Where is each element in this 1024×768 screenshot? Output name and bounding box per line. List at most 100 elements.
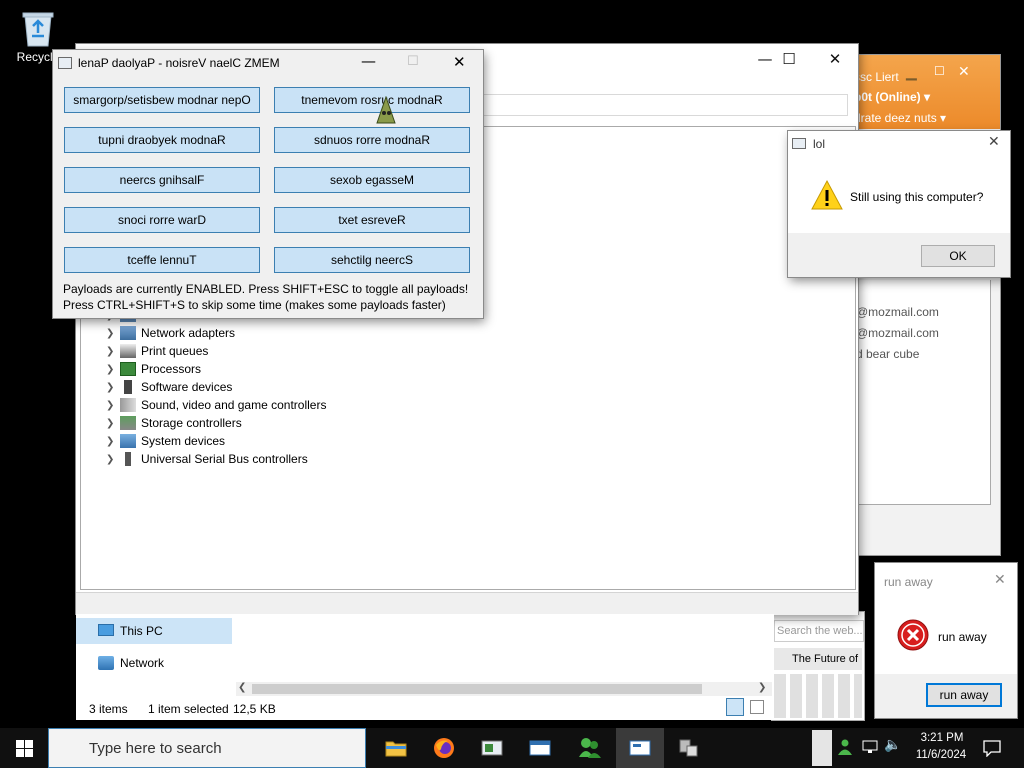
- chat-header-line2: b0t (Online) ▾: [854, 90, 931, 104]
- tree-item-processors[interactable]: ❯ Processors: [106, 360, 201, 378]
- close-icon[interactable]: ✕: [994, 572, 1006, 588]
- taskbar-search-input[interactable]: Type here to search: [48, 728, 366, 768]
- clock-date[interactable]: 11/6/2024: [910, 749, 972, 761]
- chevron-right-icon: ❯: [106, 417, 115, 429]
- details-view-icon[interactable]: [726, 698, 744, 716]
- firefox-icon[interactable]: [420, 728, 468, 768]
- tree-item-print-queues[interactable]: ❯ Print queues: [106, 342, 208, 360]
- app-icon: [792, 138, 806, 149]
- chevron-right-icon: ❯: [106, 363, 115, 375]
- tree-item-network-adapters[interactable]: ❯ Network adapters: [106, 324, 235, 342]
- ok-button[interactable]: OK: [921, 245, 995, 267]
- warning-icon: [810, 179, 844, 214]
- memz-taskbar-icon[interactable]: [616, 728, 664, 768]
- tree-item-label: Universal Serial Bus controllers: [141, 452, 308, 466]
- run-away-button[interactable]: run away: [926, 683, 1002, 707]
- show-hidden-icons[interactable]: [812, 730, 832, 766]
- tree-item-label: Processors: [141, 362, 202, 376]
- tree-item-usb-controllers[interactable]: ❯ Universal Serial Bus controllers: [106, 450, 308, 468]
- payload-toggle-button[interactable]: snoci rorre warD: [64, 207, 260, 233]
- scroll-right-icon[interactable]: ❯: [758, 682, 766, 693]
- tree-item-system-devices[interactable]: ❯ System devices: [106, 432, 225, 450]
- dialog-title: run away: [884, 575, 933, 589]
- close-icon[interactable]: ✕: [958, 63, 970, 80]
- payload-toggle-button[interactable]: neercs gnihsalF: [64, 167, 260, 193]
- minimize-icon[interactable]: ▁: [906, 64, 917, 81]
- contact-email: @mozmail.com: [856, 305, 939, 319]
- nav-item-label: This PC: [120, 624, 163, 638]
- chat-header-line1: ssc Liert: [854, 70, 899, 84]
- nav-item-this-pc[interactable]: This PC: [76, 618, 232, 644]
- chat-header: ssc Liert b0t (Online) ▾ drate deez nuts…: [848, 55, 1000, 129]
- network-taskbar-icon[interactable]: [664, 728, 712, 768]
- cursor-sprite-icon: [375, 95, 397, 129]
- nav-item-network[interactable]: Network: [76, 650, 232, 676]
- windows-start-icon[interactable]: [0, 728, 48, 768]
- tree-item-label: Software devices: [141, 380, 233, 394]
- device-manager-taskbar-icon[interactable]: [468, 728, 516, 768]
- browser-tab[interactable]: The Future of: [774, 648, 862, 670]
- chat-contact-panel: @mozmail.com @mozmail.com d bear cube: [848, 280, 991, 505]
- storage-controller-icon: [120, 416, 136, 430]
- minimize-icon[interactable]: —: [361, 52, 376, 70]
- scroll-left-icon[interactable]: ❮: [238, 682, 246, 693]
- file-explorer-window: This PC Network ❮ ❯ 3 items 1 item selec…: [76, 614, 774, 720]
- app-icon: [58, 57, 72, 69]
- tree-item-label: Storage controllers: [141, 416, 242, 430]
- close-icon[interactable]: ✕: [988, 134, 1000, 150]
- tree-item-sound-video[interactable]: ❯ Sound, video and game controllers: [106, 396, 326, 414]
- window-title: lenaP daolyaP - noisreV naelC ZMEM: [78, 56, 280, 70]
- clock-time[interactable]: 3:21 PM: [917, 732, 967, 744]
- network-icon: [98, 656, 114, 670]
- chat-window: ssc Liert b0t (Online) ▾ drate deez nuts…: [848, 55, 1000, 555]
- tree-item-label: Print queues: [141, 344, 209, 358]
- speaker-icon: [120, 398, 136, 412]
- recycle-bin-icon: [20, 8, 56, 48]
- browser-search-input[interactable]: Search the web...: [774, 620, 864, 642]
- software-device-icon: [124, 380, 132, 394]
- file-explorer-icon[interactable]: [372, 728, 420, 768]
- user-tray-icon[interactable]: [838, 739, 854, 758]
- payload-toggle-button[interactable]: tceffe lennuT: [64, 247, 260, 273]
- status-selected: 1 item selected: [148, 702, 229, 716]
- dialog-message: run away: [938, 630, 987, 644]
- tree-item-label: Network adapters: [141, 326, 236, 340]
- network-tray-icon[interactable]: [862, 739, 880, 758]
- maximize-icon[interactable]: ☐: [934, 64, 945, 78]
- printer-icon: [120, 344, 136, 358]
- payload-toggle-button[interactable]: tnemevom rosruc modnaR: [274, 87, 470, 113]
- payload-toggle-button[interactable]: sexob egasseM: [274, 167, 470, 193]
- close-icon[interactable]: ✕: [453, 53, 466, 71]
- contact-email: @mozmail.com: [856, 326, 939, 340]
- status-size: 12,5 KB: [233, 702, 276, 716]
- tree-item-label: System devices: [141, 434, 226, 448]
- app-window-taskbar-icon[interactable]: [516, 728, 564, 768]
- chevron-right-icon: ❯: [106, 345, 115, 357]
- chevron-right-icon: ❯: [106, 435, 115, 447]
- payload-toggle-button[interactable]: sehctilg neercS: [274, 247, 470, 273]
- lol-dialog: lol ✕ Still using this computer? OK: [788, 131, 1010, 277]
- maximize-icon: ☐: [407, 54, 419, 69]
- dialog-message: Still using this computer?: [850, 190, 984, 204]
- payload-toggle-button[interactable]: smargorp/setisbew modnar nepO: [64, 87, 260, 113]
- large-icons-view-icon[interactable]: [750, 700, 764, 714]
- notifications-icon[interactable]: [983, 739, 1001, 760]
- payload-toggle-button[interactable]: txet esreveR: [274, 207, 470, 233]
- payload-status-line: Payloads are currently ENABLED. Press SH…: [63, 282, 469, 296]
- messenger-icon[interactable]: [566, 728, 614, 768]
- processor-icon: [120, 362, 136, 376]
- tree-item-storage-controllers[interactable]: ❯ Storage controllers: [106, 414, 242, 432]
- payload-toggle-button[interactable]: sdnuos rorre modnaR: [274, 127, 470, 153]
- scrollbar-thumb[interactable]: [252, 684, 702, 694]
- payload-toggle-button[interactable]: tupni draobyek modnaR: [64, 127, 260, 153]
- nav-item-label: Network: [120, 656, 165, 670]
- taskbar: Type here to search 🔈 3:21 PM 11/6/2024: [0, 728, 1024, 768]
- volume-tray-icon[interactable]: 🔈: [884, 737, 901, 753]
- browser-window-fragment: Search the web... The Future of: [772, 612, 864, 720]
- dialog-title: lol: [813, 137, 826, 151]
- tree-item-software-devices[interactable]: ❯ Software devices: [106, 378, 232, 396]
- maximize-icon[interactable]: ☐: [766, 44, 812, 74]
- horizontal-scrollbar[interactable]: ❮ ❯: [236, 682, 772, 696]
- close-icon[interactable]: ✕: [812, 44, 858, 74]
- chat-header-line3: drate deez nuts ▾: [854, 111, 947, 125]
